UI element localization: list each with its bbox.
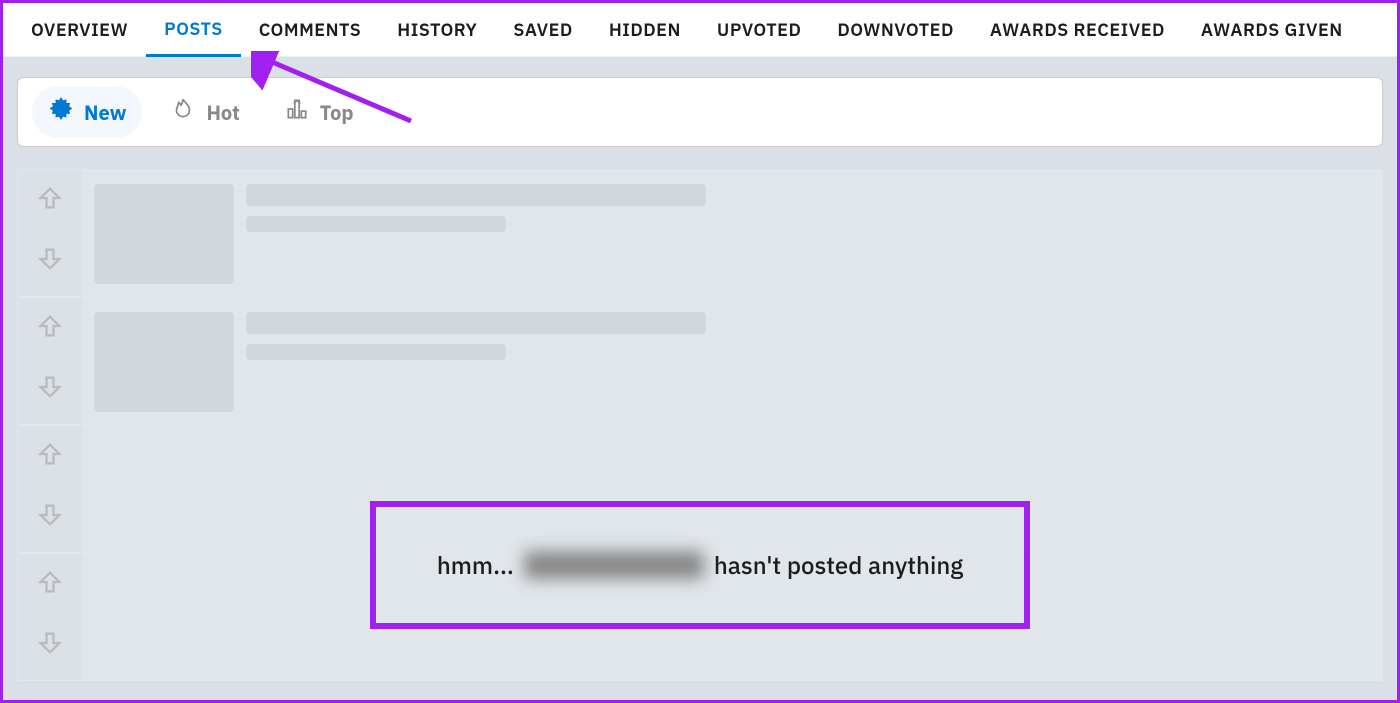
- downvote-icon[interactable]: [36, 373, 64, 406]
- tab-posts[interactable]: POSTS: [146, 3, 241, 57]
- flame-icon: [170, 96, 196, 128]
- upvote-icon[interactable]: [36, 440, 64, 473]
- tab-saved[interactable]: SAVED: [495, 3, 590, 57]
- skeleton-line: [246, 344, 506, 360]
- skeleton-line: [246, 216, 506, 232]
- tab-downvoted[interactable]: DOWNVOTED: [819, 3, 972, 57]
- skeleton-line: [246, 312, 706, 334]
- bar-chart-icon: [284, 96, 310, 128]
- vote-column: [18, 554, 82, 680]
- upvote-icon[interactable]: [36, 568, 64, 601]
- sort-top-label: Top: [320, 99, 354, 126]
- downvote-icon[interactable]: [36, 501, 64, 534]
- sort-new[interactable]: New: [32, 86, 142, 138]
- content-area: New Hot Top: [3, 57, 1397, 681]
- sort-bar: New Hot Top: [17, 77, 1383, 147]
- downvote-icon[interactable]: [36, 245, 64, 278]
- placeholder-post: [17, 297, 1383, 425]
- vote-column: [18, 298, 82, 424]
- tab-hidden[interactable]: HIDDEN: [591, 3, 699, 57]
- placeholder-post: [17, 169, 1383, 297]
- tab-history[interactable]: HISTORY: [379, 3, 495, 57]
- sort-hot[interactable]: Hot: [154, 86, 255, 138]
- tab-overview[interactable]: OVERVIEW: [13, 3, 146, 57]
- sort-hot-label: Hot: [206, 99, 239, 126]
- vote-column: [18, 426, 82, 552]
- profile-tab-bar: OVERVIEW POSTS COMMENTS HISTORY SAVED HI…: [3, 3, 1397, 57]
- post-feed: [17, 169, 1383, 681]
- vote-column: [18, 170, 82, 296]
- skeleton-thumbnail: [94, 184, 234, 284]
- starburst-icon: [48, 96, 74, 128]
- sort-top[interactable]: Top: [268, 86, 370, 138]
- upvote-icon[interactable]: [36, 312, 64, 345]
- skeleton-line: [246, 184, 706, 206]
- tab-comments[interactable]: COMMENTS: [241, 3, 380, 57]
- skeleton-thumbnail: [94, 312, 234, 412]
- sort-new-label: New: [84, 99, 126, 126]
- upvote-icon[interactable]: [36, 184, 64, 217]
- tab-awards-given[interactable]: AWARDS GIVEN: [1183, 3, 1361, 57]
- tab-upvoted[interactable]: UPVOTED: [699, 3, 819, 57]
- placeholder-post: [17, 553, 1383, 681]
- downvote-icon[interactable]: [36, 629, 64, 662]
- tab-awards-received[interactable]: AWARDS RECEIVED: [972, 3, 1183, 57]
- placeholder-post: [17, 425, 1383, 553]
